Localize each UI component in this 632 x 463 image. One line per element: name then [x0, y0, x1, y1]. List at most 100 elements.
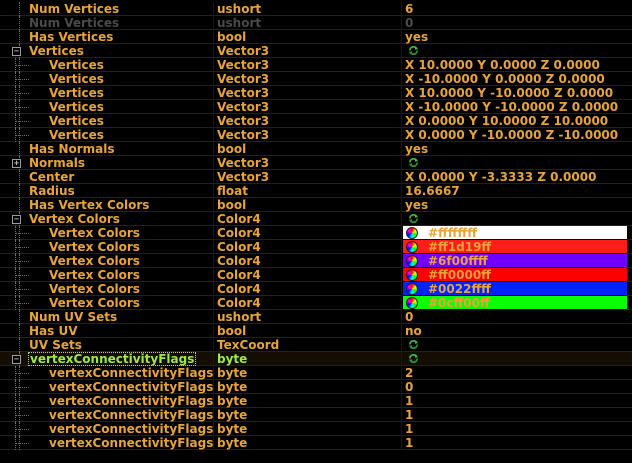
column-separator[interactable]	[213, 86, 214, 100]
column-separator[interactable]	[213, 142, 214, 156]
property-value[interactable]: 1	[405, 436, 413, 450]
column-separator[interactable]	[401, 366, 402, 380]
column-separator[interactable]	[213, 310, 214, 324]
column-separator[interactable]	[401, 58, 402, 72]
column-separator[interactable]	[213, 184, 214, 198]
expand-icon[interactable]: +	[12, 159, 21, 168]
property-row[interactable]: Has UV bool no	[0, 324, 632, 338]
property-value[interactable]: 16.6667	[405, 184, 460, 198]
column-separator[interactable]	[401, 86, 402, 100]
collapse-icon[interactable]: −	[12, 47, 21, 56]
property-value[interactable]: 2	[405, 366, 413, 380]
column-separator[interactable]	[401, 310, 402, 324]
property-row[interactable]: Vertex Colors Color4 #6f00ffff	[0, 254, 632, 268]
property-row[interactable]: Has Vertices bool yes	[0, 30, 632, 44]
property-row[interactable]: Radius float 16.6667	[0, 184, 632, 198]
column-separator[interactable]	[213, 170, 214, 184]
property-row[interactable]: vertexConnectivityFlags byte 2	[0, 366, 632, 380]
column-separator[interactable]	[401, 184, 402, 198]
color-swatch[interactable]: #0022ffff	[403, 282, 627, 296]
column-separator[interactable]	[213, 44, 214, 58]
property-value[interactable]: 1	[405, 422, 413, 436]
column-separator[interactable]	[213, 114, 214, 128]
refresh-icon[interactable]	[408, 213, 419, 224]
collapse-icon[interactable]: −	[12, 355, 21, 364]
column-separator[interactable]	[401, 422, 402, 436]
property-value[interactable]: X 0.0000 Y -3.3333 Z 0.0000	[405, 170, 596, 184]
property-row[interactable]: Vertex Colors Color4 #0022ffff	[0, 282, 632, 296]
property-row[interactable]: Vertices Vector3 X 10.0000 Y 0.0000 Z 0.00…	[0, 58, 632, 72]
column-separator[interactable]	[213, 72, 214, 86]
color-wheel-icon[interactable]	[406, 227, 418, 239]
column-separator[interactable]	[401, 226, 402, 240]
column-separator[interactable]	[213, 198, 214, 212]
property-row[interactable]: Vertex Colors Color4 #ffffffff	[0, 226, 632, 240]
column-separator[interactable]	[213, 16, 214, 30]
column-separator[interactable]	[213, 240, 214, 254]
property-row[interactable]: UV Sets TexCoord	[0, 338, 632, 352]
property-value[interactable]: X 0.0000 Y 10.0000 Z 10.0000	[405, 114, 608, 128]
column-separator[interactable]	[401, 72, 402, 86]
property-row[interactable]: vertexConnectivityFlags byte 1	[0, 422, 632, 436]
property-row[interactable]: vertexConnectivityFlags byte 1	[0, 394, 632, 408]
property-value[interactable]: X 0.0000 Y -10.0000 Z -10.0000	[405, 128, 618, 142]
column-separator[interactable]	[213, 380, 214, 394]
column-separator[interactable]	[401, 240, 402, 254]
column-separator[interactable]	[401, 2, 402, 16]
column-separator[interactable]	[401, 268, 402, 282]
column-separator[interactable]	[401, 44, 402, 58]
property-row[interactable]: Vertex Colors Color4 #ff1d19ff	[0, 240, 632, 254]
property-value[interactable]: yes	[405, 30, 428, 44]
refresh-icon[interactable]	[408, 339, 419, 350]
color-wheel-icon[interactable]	[406, 283, 418, 295]
column-separator[interactable]	[213, 58, 214, 72]
property-row[interactable]: Vertices Vector3 X 0.0000 Y 10.0000 Z 10.0…	[0, 114, 632, 128]
column-separator[interactable]	[401, 128, 402, 142]
property-value[interactable]: X 10.0000 Y 0.0000 Z 0.0000	[405, 58, 600, 72]
column-separator[interactable]	[401, 254, 402, 268]
column-separator[interactable]	[401, 30, 402, 44]
property-row[interactable]: + Normals Vector3	[0, 156, 632, 170]
column-separator[interactable]	[213, 268, 214, 282]
property-value[interactable]: no	[405, 324, 422, 338]
property-row[interactable]: vertexConnectivityFlags byte 0	[0, 380, 632, 394]
property-value[interactable]: X 10.0000 Y -10.0000 Z 0.0000	[405, 86, 613, 100]
column-separator[interactable]	[401, 212, 402, 226]
column-separator[interactable]	[213, 226, 214, 240]
column-separator[interactable]	[213, 254, 214, 268]
property-row[interactable]: Vertex Colors Color4 #0cff00ff	[0, 296, 632, 310]
color-wheel-icon[interactable]	[406, 297, 418, 309]
column-separator[interactable]	[213, 352, 214, 366]
color-wheel-icon[interactable]	[406, 269, 418, 281]
column-separator[interactable]	[213, 408, 214, 422]
property-value[interactable]: yes	[405, 142, 428, 156]
color-wheel-icon[interactable]	[406, 241, 418, 253]
column-separator[interactable]	[401, 436, 402, 450]
column-separator[interactable]	[401, 142, 402, 156]
property-value[interactable]: 1	[405, 408, 413, 422]
property-value[interactable]: yes	[405, 198, 428, 212]
column-separator[interactable]	[213, 366, 214, 380]
property-row[interactable]: Num UV Sets ushort 0	[0, 310, 632, 324]
column-separator[interactable]	[213, 324, 214, 338]
column-separator[interactable]	[213, 338, 214, 352]
color-swatch[interactable]: #ff1d19ff	[403, 240, 627, 254]
property-row[interactable]: Has Vertex Colors bool yes	[0, 198, 632, 212]
column-separator[interactable]	[213, 100, 214, 114]
property-value[interactable]: X -10.0000 Y -10.0000 Z 0.0000	[405, 100, 618, 114]
refresh-icon[interactable]	[408, 353, 419, 364]
column-separator[interactable]	[401, 380, 402, 394]
color-wheel-icon[interactable]	[406, 255, 418, 267]
column-separator[interactable]	[401, 198, 402, 212]
column-separator[interactable]	[213, 394, 214, 408]
property-row[interactable]: Num Vertices ushort 0	[0, 16, 632, 30]
property-row[interactable]: vertexConnectivityFlags byte 1	[0, 408, 632, 422]
column-separator[interactable]	[401, 338, 402, 352]
column-separator[interactable]	[401, 394, 402, 408]
column-separator[interactable]	[213, 2, 214, 16]
property-value[interactable]: 0	[405, 16, 413, 30]
column-separator[interactable]	[401, 156, 402, 170]
collapse-icon[interactable]: −	[12, 215, 21, 224]
property-row[interactable]: Vertices Vector3 X -10.0000 Y -10.0000 Z 0…	[0, 100, 632, 114]
property-row[interactable]: Num Vertices ushort 6	[0, 2, 632, 16]
